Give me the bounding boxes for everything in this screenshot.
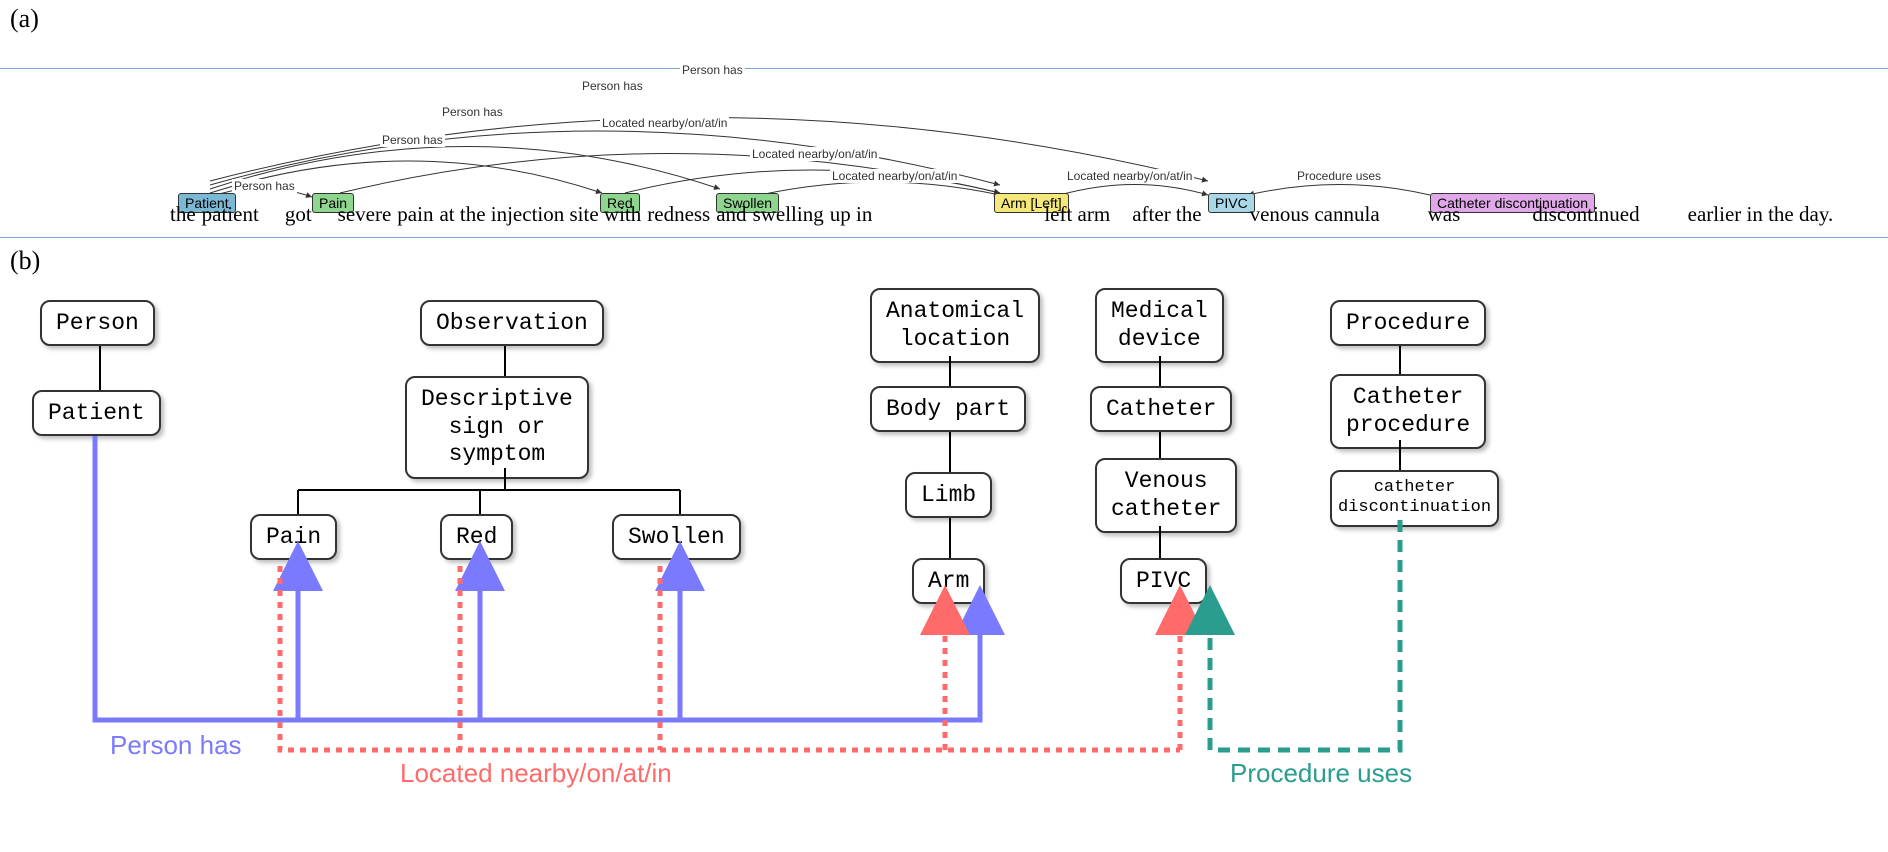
node-person: Person (40, 300, 155, 346)
node-limb: Limb (905, 472, 992, 518)
node-patient: Patient (32, 390, 161, 436)
arc-located-2: Located nearby/on/at/in (750, 147, 879, 161)
tok-the: the (170, 202, 196, 227)
arc-person-has-5: Person has (680, 63, 745, 77)
legend-proc-uses: Procedure uses (1230, 758, 1412, 789)
node-cath-disc-leaf: catheter discontinuation (1330, 470, 1499, 527)
node-procedure: Procedure (1330, 300, 1486, 346)
tok-disc: discontinued (1532, 202, 1639, 227)
node-cath-proc: Catheter procedure (1330, 374, 1486, 449)
arc-proc-uses: Procedure uses (1295, 169, 1383, 183)
legend-person-has: Person has (110, 730, 242, 761)
arc-person-has-1: Person has (232, 179, 297, 193)
tok-upin: up in (830, 202, 873, 227)
tok-earlier: earlier in the day. (1688, 202, 1834, 227)
arc-person-has-4: Person has (580, 79, 645, 93)
tok-after: after the (1132, 202, 1201, 227)
arc-located-4: Located nearby/on/at/in (1065, 169, 1194, 183)
node-pain: Pain (250, 514, 337, 560)
node-arm: Arm (912, 558, 985, 604)
arc-located-3: Located nearby/on/at/in (830, 169, 959, 183)
sentence: the patient got severe pain at the injec… (170, 202, 1848, 227)
node-observation: Observation (420, 300, 604, 346)
node-red: Red (440, 514, 513, 560)
tok-and: and (716, 202, 746, 227)
tok-swelling: swelling (753, 202, 824, 227)
node-catheter: Catheter (1090, 386, 1232, 432)
legend-located: Located nearby/on/at/in (400, 758, 672, 789)
tok-venous: venous cannula (1250, 202, 1380, 227)
node-descriptive: Descriptive sign or symptom (405, 376, 589, 479)
tok-leftarm: left arm (1044, 202, 1110, 227)
node-venous-cath: Venous catheter (1095, 458, 1237, 533)
tok-was: was (1428, 202, 1461, 227)
arc-located-1: Located nearby/on/at/in (600, 116, 729, 130)
tok-got: got (285, 202, 312, 227)
node-med-device: Medical device (1095, 288, 1224, 363)
arc-person-has-2: Person has (380, 133, 445, 147)
node-anat-loc: Anatomical location (870, 288, 1040, 363)
panel-a-label: (a) (10, 4, 39, 34)
panel-a: Person has Person has Person has Person … (0, 68, 1888, 238)
node-swollen: Swollen (612, 514, 741, 560)
tok-redness: redness (647, 202, 710, 227)
arc-person-has-3: Person has (440, 105, 505, 119)
panel-b: Person Patient Observation Descriptive s… (0, 280, 1888, 850)
tok-inj: at the injection site with (439, 202, 641, 227)
tok-patient: patient (202, 202, 259, 227)
node-pivc: PIVC (1120, 558, 1207, 604)
tok-severe: severe (338, 202, 392, 227)
panel-b-label: (b) (10, 246, 40, 276)
tok-pain: pain (397, 202, 433, 227)
node-body-part: Body part (870, 386, 1026, 432)
